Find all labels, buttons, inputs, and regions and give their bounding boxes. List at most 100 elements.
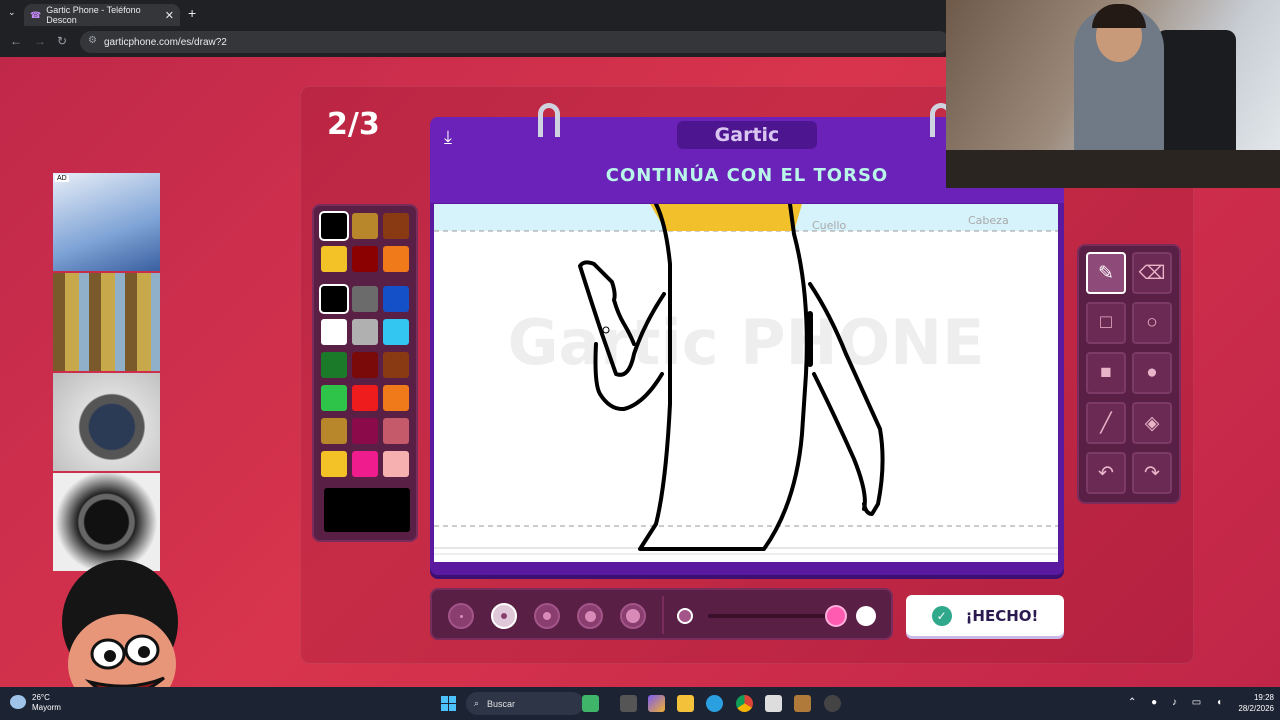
line-icon[interactable]: ╱ [1086,402,1126,444]
gartic-logo: Gartic [677,121,817,149]
color-swatch[interactable] [352,385,378,411]
ad-banner[interactable] [53,273,160,371]
weather-widget[interactable]: 26°C Mayorm [10,693,61,713]
store-icon[interactable] [765,695,782,712]
taskbar-search[interactable]: ⌕ Buscar [466,692,584,715]
color-swatch[interactable] [383,418,409,444]
rectangle-fill-icon[interactable]: ■ [1086,352,1126,394]
color-swatch[interactable] [383,385,409,411]
binder-ring [538,103,560,137]
back-icon[interactable]: ← [10,34,22,48]
site-info-icon[interactable]: ⚙ [88,35,97,46]
webcam-overlay [946,0,1280,188]
taskbar-search-label: Buscar [487,698,516,709]
done-button[interactable]: ✓ ¡HECHO! [906,595,1064,636]
brush-size-3[interactable] [534,603,560,629]
color-swatch[interactable] [383,213,409,239]
reload-icon[interactable]: ↻ [57,34,67,48]
round-counter: 2/3 [327,107,380,142]
note-cuello: Cuello [812,219,847,232]
file-explorer-icon[interactable] [677,695,694,712]
weather-icon [10,695,26,709]
download-icon[interactable]: ⤓ [444,127,452,148]
pencil-icon[interactable]: ✎ [1086,252,1126,294]
done-button-label: ¡HECHO! [965,606,1039,625]
opacity-min-icon [677,608,693,624]
bucket-icon[interactable]: ◈ [1132,402,1172,444]
windows-taskbar: 26°C Mayorm ⌕ Buscar ⌃ ● ♪ ▭ ◖ 19:28 28/… [0,687,1280,720]
brush-size-1[interactable] [448,603,474,629]
forward-icon[interactable]: → [34,34,46,48]
tab-favicon-icon: ☎ [30,9,42,20]
chrome-icon[interactable] [736,695,753,712]
search-icon: ⌕ [474,698,480,708]
opacity-slider-knob[interactable] [827,607,845,625]
color-palette [312,204,418,542]
color-swatch[interactable] [383,286,409,312]
color-swatch[interactable] [321,385,347,411]
clock-time: 19:28 [1253,693,1274,702]
tool-panel: ✎ ⌫ □ ○ ■ ● ╱ ◈ ↶ ↷ [1077,244,1181,504]
tab-title: Gartic Phone - Teléfono Descon [46,5,141,25]
color-swatch[interactable] [383,246,409,272]
clock[interactable]: 19:28 28/2/2026 [1228,692,1274,714]
app-icon[interactable] [824,695,841,712]
color-swatch[interactable] [352,213,378,239]
address-bar[interactable]: ⚙ garticphone.com/es/draw?2 [80,31,950,53]
clock-date: 28/2/2026 [1238,704,1274,713]
check-icon: ✓ [931,605,952,626]
ad-column: AD [53,173,160,573]
edge-icon[interactable] [706,695,723,712]
color-swatch[interactable] [321,319,347,345]
undo-icon[interactable]: ↶ [1086,452,1126,494]
task-view-icon[interactable] [620,695,637,712]
ellipse-outline-icon[interactable]: ○ [1132,302,1172,344]
color-swatch[interactable] [321,246,347,272]
windows-start-icon[interactable] [441,696,456,711]
drawing-canvas[interactable]: Gartic PHONE Cuello Cabeza [434,204,1058,562]
color-swatch[interactable] [383,352,409,378]
color-swatch[interactable] [352,286,378,312]
desk [946,150,1280,188]
note-cabeza: Cabeza [968,214,1009,227]
url-text: garticphone.com/es/draw?2 [104,36,227,48]
brush-size-2[interactable] [491,603,517,629]
neck-fill [650,204,802,231]
redo-icon[interactable]: ↷ [1132,452,1172,494]
opacity-max-icon [856,606,876,626]
streamer-hair [1092,4,1146,28]
brush-size-5[interactable] [620,603,646,629]
color-swatch[interactable] [321,418,347,444]
canvas-watermark: Gartic PHONE [508,306,985,379]
brush-size-4[interactable] [577,603,603,629]
color-swatch[interactable] [321,451,347,477]
color-swatch[interactable] [352,418,378,444]
eraser-icon[interactable]: ⌫ [1132,252,1172,294]
color-swatch[interactable] [383,319,409,345]
new-tab-icon[interactable]: + [188,5,196,21]
color-swatch[interactable] [383,451,409,477]
copilot-icon[interactable] [648,695,665,712]
tab-list-icon[interactable]: ⌄ [8,7,16,18]
divider [662,596,664,634]
ellipse-fill-icon[interactable]: ● [1132,352,1172,394]
color-swatch[interactable] [352,451,378,477]
color-swatch[interactable] [352,319,378,345]
color-swatch[interactable] [352,246,378,272]
weather-text: Mayorm [32,703,61,712]
ad-banner[interactable] [53,373,160,471]
color-swatch[interactable] [321,352,347,378]
color-swatch[interactable] [352,352,378,378]
canvas-drawing: Gartic PHONE Cuello Cabeza [434,204,1058,555]
browser-tab[interactable]: ☎ Gartic Phone - Teléfono Descon ✕ [24,4,180,26]
widget-app-icon[interactable] [582,695,599,712]
color-swatch[interactable] [321,213,347,239]
color-swatch[interactable] [321,286,347,312]
opacity-slider[interactable] [708,614,840,618]
rectangle-outline-icon[interactable]: □ [1086,302,1126,344]
weather-temp: 26°C [32,693,50,702]
game-app-icon[interactable] [794,695,811,712]
close-tab-icon[interactable]: ✕ [165,9,174,22]
system-tray[interactable]: ⌃ ● ♪ ▭ ◖ [1128,697,1228,708]
ad-banner[interactable]: AD [53,173,160,271]
